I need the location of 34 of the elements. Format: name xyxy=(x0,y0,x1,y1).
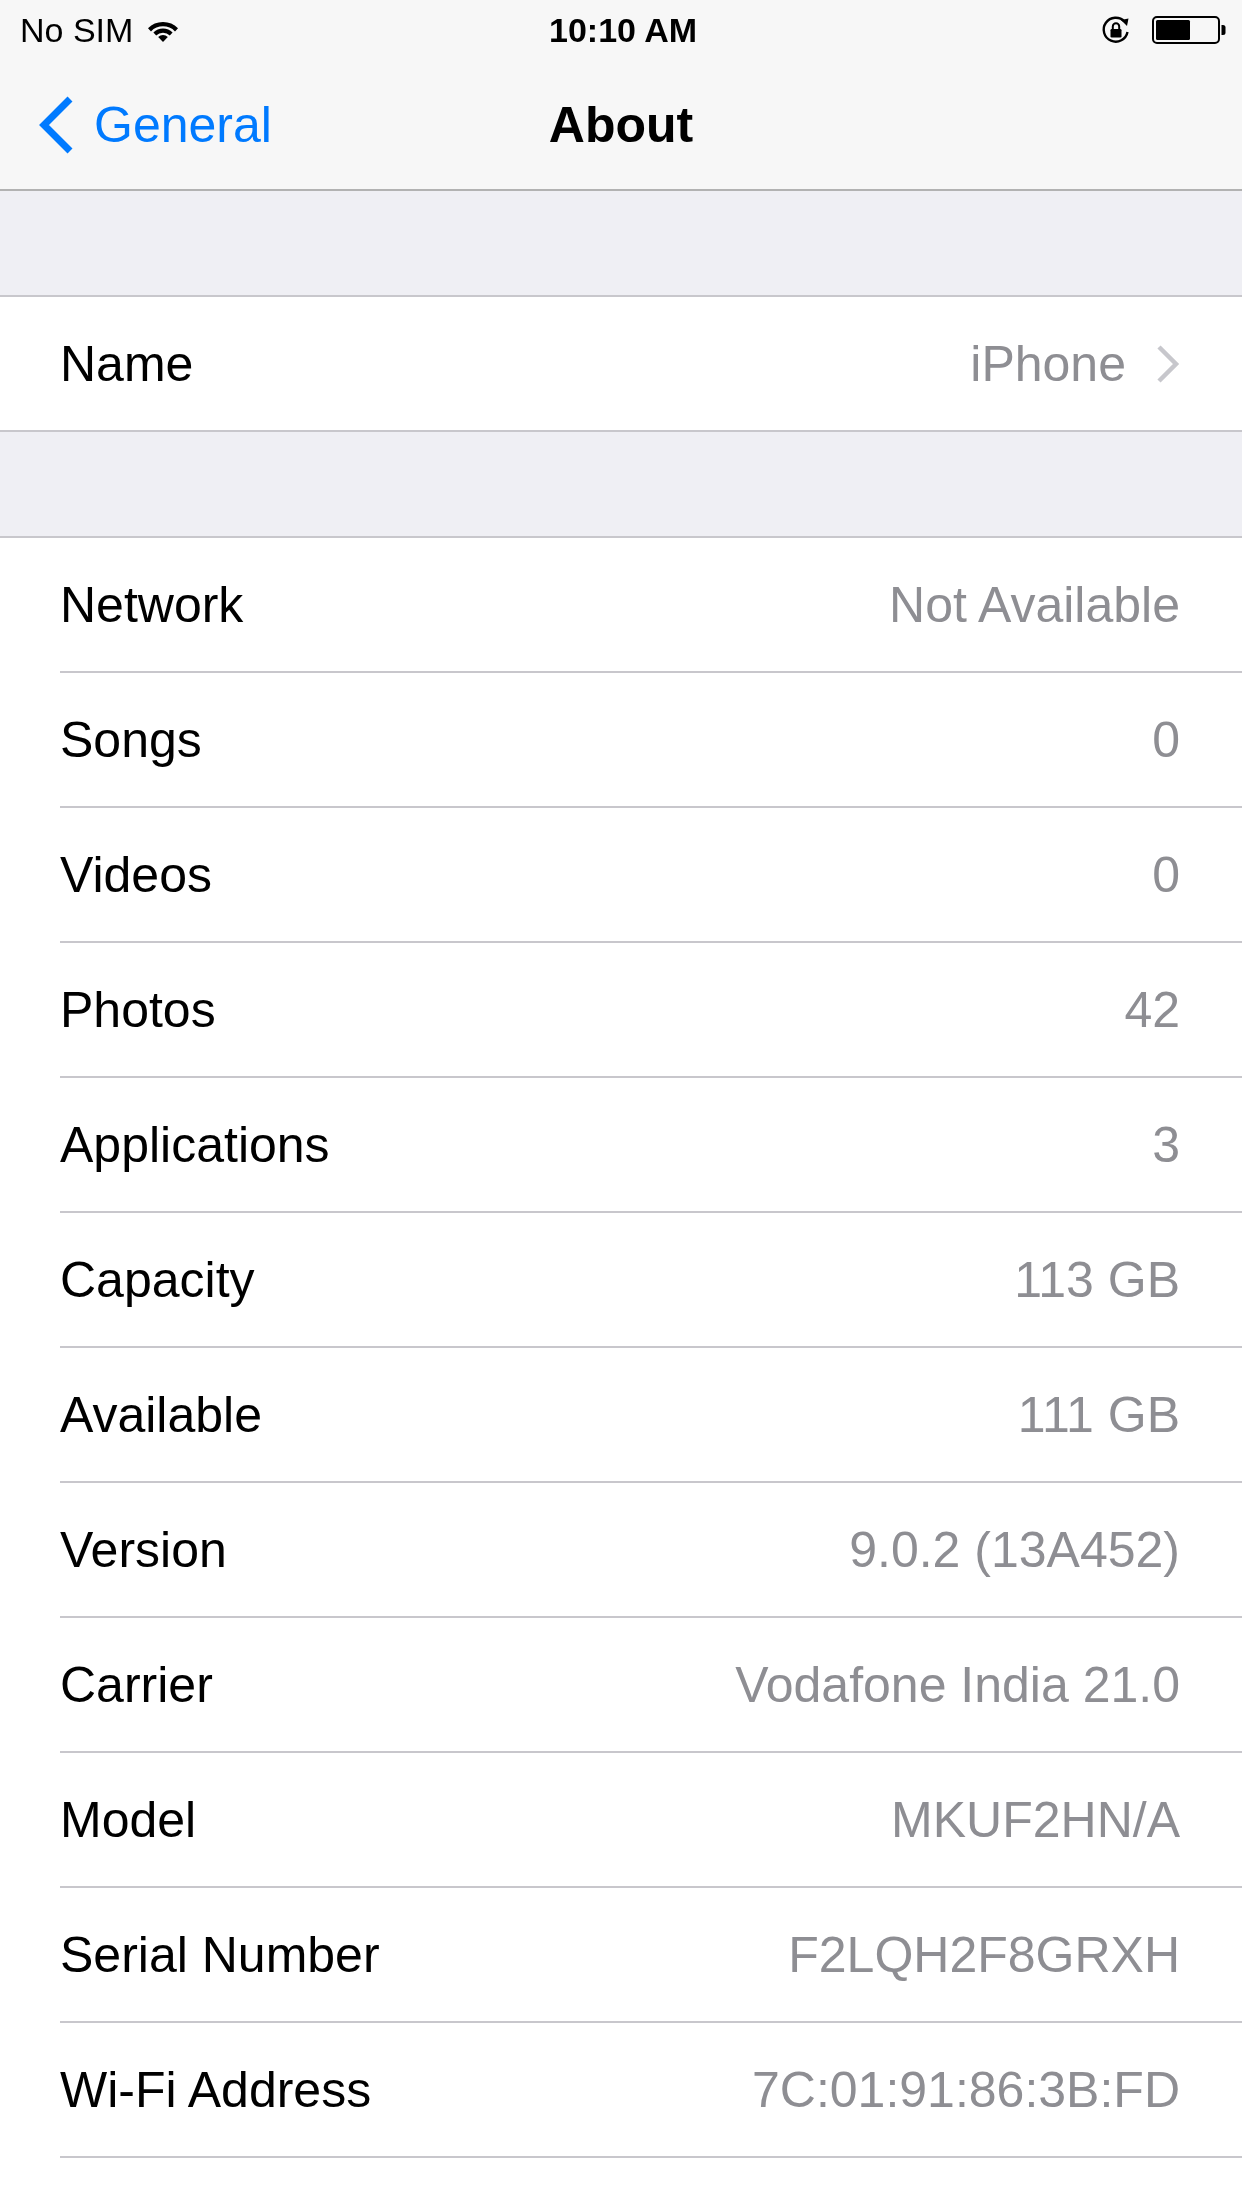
row-label: Carrier xyxy=(60,1655,213,1714)
row-label: Photos xyxy=(60,980,216,1039)
row-value: 0 xyxy=(1152,710,1180,769)
row-value: 3 xyxy=(1152,1115,1180,1174)
rotation-lock-icon xyxy=(1100,14,1132,46)
carrier-text: No SIM xyxy=(20,10,134,50)
row-label: Songs xyxy=(60,710,202,769)
page-title: About xyxy=(548,95,694,155)
back-button[interactable]: General xyxy=(38,94,272,155)
row-value: 111 GB xyxy=(1017,1385,1180,1444)
row-label: Videos xyxy=(60,845,212,904)
row-label: Capacity xyxy=(60,1250,255,1309)
row-value: MKUF2HN/A xyxy=(891,1790,1180,1849)
row-value: 42 xyxy=(1124,980,1180,1039)
row-value: Vodafone India 21.0 xyxy=(735,1655,1180,1714)
row-value: 113 GB xyxy=(1014,1250,1180,1309)
row-value: 0 xyxy=(1152,845,1180,904)
row-value: 9.0.2 (13A452) xyxy=(849,1520,1180,1579)
battery-icon xyxy=(1152,16,1226,44)
row-label: Version xyxy=(60,1520,227,1579)
row-label: Wi-Fi Address xyxy=(60,2060,372,2119)
chevron-left-icon xyxy=(38,95,74,154)
row-value: 7C:01:91:86:3B:FD xyxy=(751,2060,1180,2119)
row-value: Not Available xyxy=(889,575,1180,634)
row-label: Model xyxy=(60,1790,197,1849)
row-label: Name xyxy=(60,334,194,393)
row-label: Applications xyxy=(60,1115,330,1174)
row-value: F2LQH2F8GRXH xyxy=(788,1925,1180,1984)
row-label: Network xyxy=(60,575,244,634)
row-label: Available xyxy=(60,1385,262,1444)
row-value: iPhone xyxy=(970,334,1126,393)
clock-text: 10:10 AM xyxy=(549,10,697,50)
chevron-right-icon xyxy=(1156,343,1180,384)
row-label: Serial Number xyxy=(60,1925,380,1984)
